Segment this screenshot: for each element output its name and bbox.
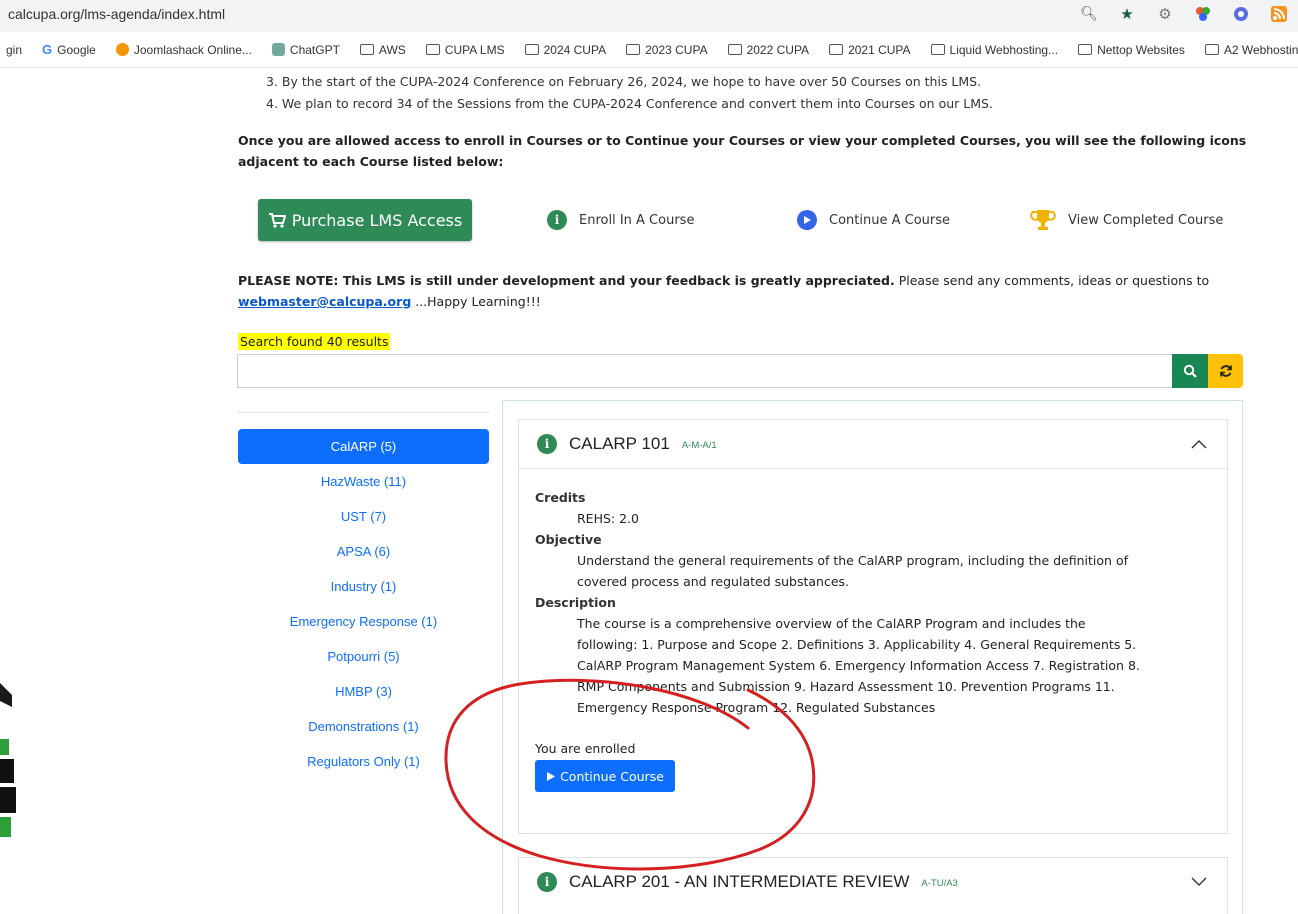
refresh-button[interactable] xyxy=(1208,354,1243,388)
credits-value: REHS: 2.0 xyxy=(577,511,639,526)
description-text-line: The course is a comprehensive overview o… xyxy=(577,616,1086,631)
bookmark-2023-cupa[interactable]: 2023 CUPA xyxy=(626,43,708,57)
bookmark-liquid-webhosting[interactable]: Liquid Webhosting... xyxy=(930,43,1058,57)
bookmark-2024-cupa[interactable]: 2024 CUPA xyxy=(524,43,606,57)
chevron-up-icon[interactable] xyxy=(1191,439,1207,449)
chatgpt-icon xyxy=(271,43,285,56)
folder-icon xyxy=(359,44,374,55)
description-text-line: RMP Components and Submission 9. Hazard … xyxy=(577,679,1115,694)
bookmark-chatgpt[interactable]: ChatGPT xyxy=(271,43,340,57)
bookmark-2022-cupa[interactable]: 2022 CUPA xyxy=(727,43,809,57)
folder-icon xyxy=(727,44,742,55)
extension-icon[interactable]: ⚙ xyxy=(1156,5,1174,23)
course-accordion-calarp-201: i CALARP 201 - AN INTERMEDIATE REVIEW A-… xyxy=(518,857,1228,914)
search-icon xyxy=(1183,364,1197,378)
search-button[interactable] xyxy=(1172,354,1208,388)
objective-text-line-1: Understand the general requirements of t… xyxy=(577,553,1128,568)
rss-icon[interactable] xyxy=(1270,5,1288,23)
folder-icon xyxy=(829,44,844,55)
legend-enroll: i Enroll In A Course xyxy=(547,200,694,240)
continue-course-button[interactable]: Continue Course xyxy=(535,760,675,792)
objective-label: Objective xyxy=(535,532,602,547)
intro-item-3: 3. By the start of the CUPA-2024 Confere… xyxy=(266,74,982,89)
cart-icon xyxy=(268,213,286,228)
description-label: Description xyxy=(535,595,616,610)
course-title: CALARP 101 xyxy=(569,434,670,453)
folder-icon xyxy=(626,44,641,55)
joomlashack-icon xyxy=(115,43,129,56)
category-potpourri[interactable]: Potpourri (5) xyxy=(238,639,489,674)
bookmark-nettop-websites[interactable]: Nettop Websites xyxy=(1078,43,1185,57)
folder-icon xyxy=(524,44,539,55)
intro-item-4: 4. We plan to record 34 of the Sessions … xyxy=(266,96,993,111)
info-icon: i xyxy=(547,210,567,230)
course-code: A-M-A/1 xyxy=(681,440,717,451)
folder-icon xyxy=(1078,44,1093,55)
category-calarp[interactable]: CalARP (5) xyxy=(238,429,489,464)
description-text-line: CalARP Program Management System 6. Emer… xyxy=(577,658,1140,673)
objective-text-line-2: covered process and regulated substances… xyxy=(577,574,850,589)
bookmark-star-icon[interactable]: ★ xyxy=(1118,5,1136,23)
bookmark-login[interactable]: gin xyxy=(6,43,22,57)
info-icon[interactable]: i xyxy=(537,434,557,454)
category-apsa[interactable]: APSA (6) xyxy=(238,534,489,569)
bookmark-joomlashack[interactable]: Joomlashack Online... xyxy=(115,43,252,57)
info-icon[interactable]: i xyxy=(537,872,557,892)
play-icon xyxy=(797,210,817,230)
course-code: A-TU/A3 xyxy=(921,878,958,889)
bookmark-aws[interactable]: AWS xyxy=(359,43,406,57)
category-industry[interactable]: Industry (1) xyxy=(238,569,489,604)
course-header-calarp-201[interactable]: i CALARP 201 - AN INTERMEDIATE REVIEW A-… xyxy=(519,858,1227,906)
folder-icon xyxy=(930,44,945,55)
bookmark-a2-webhosting[interactable]: A2 Webhostin xyxy=(1204,43,1298,57)
browser-toolbar-icons: 🔍︎ ★ ⚙ xyxy=(1080,5,1288,23)
bookmark-2021-cupa[interactable]: 2021 CUPA xyxy=(829,43,911,57)
enrollment-status: You are enrolled xyxy=(535,741,636,756)
access-note: Once you are allowed access to enroll in… xyxy=(238,133,1247,169)
google-icon: G xyxy=(42,42,53,57)
site-logo-fragment xyxy=(0,683,16,837)
category-emergency-response[interactable]: Emergency Response (1) xyxy=(238,604,489,639)
course-header-calarp-101[interactable]: i CALARP 101 A-M-A/1 xyxy=(519,420,1227,469)
category-ust[interactable]: UST (7) xyxy=(238,499,489,534)
course-details: Credits REHS: 2.0 Objective Understand t… xyxy=(519,469,1227,810)
search-results-count: Search found 40 results xyxy=(238,333,391,350)
bookmarks-bar: gin G Google Joomlashack Online... ChatGP… xyxy=(0,32,1298,68)
zoom-icon[interactable]: 🔍︎ xyxy=(1080,5,1098,23)
bookmark-google[interactable]: G Google xyxy=(42,42,96,57)
course-title: CALARP 201 - AN INTERMEDIATE REVIEW xyxy=(569,872,910,891)
lms-notice: PLEASE NOTE: This LMS is still under dev… xyxy=(238,273,1210,309)
address-bar[interactable]: calcupa.org/lms-agenda/index.html 🔍︎ ★ ⚙ xyxy=(0,0,1298,32)
trophy-icon xyxy=(1030,210,1056,230)
bookmark-cupa-lms[interactable]: CUPA LMS xyxy=(425,43,505,57)
category-hazwaste[interactable]: HazWaste (11) xyxy=(238,464,489,499)
url-text[interactable]: calcupa.org/lms-agenda/index.html xyxy=(8,6,225,22)
course-accordion-calarp-101: i CALARP 101 A-M-A/1 Credits REHS: 2.0 O… xyxy=(518,419,1228,834)
category-demonstrations[interactable]: Demonstrations (1) xyxy=(238,709,489,744)
chevron-down-icon[interactable] xyxy=(1191,877,1207,887)
category-divider xyxy=(238,412,489,413)
description-text-line: following: 1. Purpose and Scope 2. Defin… xyxy=(577,637,1137,652)
credits-label: Credits xyxy=(535,490,586,505)
search-input[interactable] xyxy=(237,354,1172,388)
folder-icon xyxy=(425,44,440,55)
folder-icon xyxy=(1204,44,1219,55)
play-icon xyxy=(547,771,556,781)
puzzle-extension-icon[interactable] xyxy=(1232,5,1250,23)
legend-continue: Continue A Course xyxy=(797,200,950,240)
category-list: CalARP (5) HazWaste (11) UST (7) APSA (6… xyxy=(238,429,489,779)
legend-completed: View Completed Course xyxy=(1030,200,1223,240)
description-text-line: Emergency Response Program 12. Regulated… xyxy=(577,700,936,715)
webmaster-email-link[interactable]: webmaster@calcupa.org xyxy=(238,294,411,309)
purchase-lms-access-button[interactable]: Purchase LMS Access xyxy=(258,199,472,241)
category-hmbp[interactable]: HMBP (3) xyxy=(238,674,489,709)
color-extension-icon[interactable] xyxy=(1194,5,1212,23)
category-regulators-only[interactable]: Regulators Only (1) xyxy=(238,744,489,779)
refresh-icon xyxy=(1219,365,1232,377)
